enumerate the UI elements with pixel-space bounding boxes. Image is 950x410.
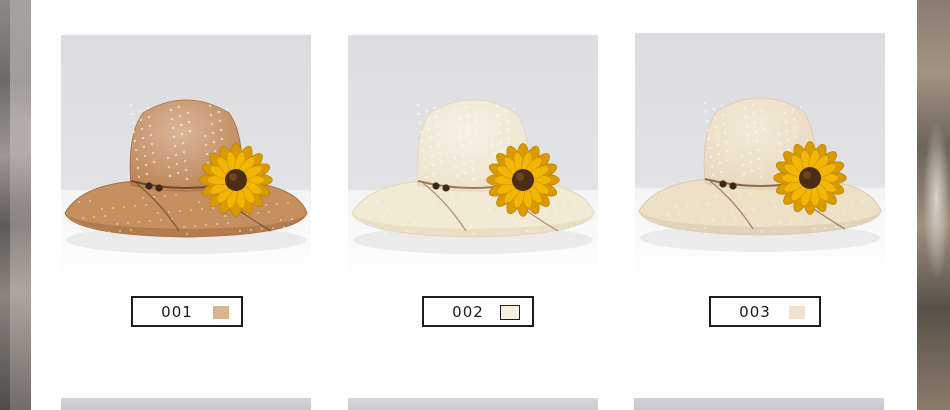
hat-photo-003[interactable] (635, 33, 885, 281)
color-swatch (213, 306, 229, 319)
background-photo-right-edge (917, 0, 950, 410)
hat-photo-001[interactable] (61, 35, 311, 283)
hat-photo-006-partial[interactable] (634, 398, 884, 410)
product-code: 003 (739, 303, 771, 321)
color-label-002[interactable]: 002 (422, 296, 534, 327)
color-swatch (500, 305, 520, 320)
color-swatch (789, 306, 805, 319)
hat-photo-002[interactable] (348, 35, 598, 283)
sunflower-straw-hat-icon (348, 35, 598, 283)
sunflower-straw-hat-icon (61, 35, 311, 283)
product-gallery: 001 002 003 (0, 0, 950, 410)
product-code: 001 (161, 303, 193, 321)
hat-photo-005-partial[interactable] (348, 398, 598, 410)
background-photo-left-edge (0, 0, 31, 410)
color-label-001[interactable]: 001 (131, 296, 243, 327)
product-code: 002 (452, 303, 484, 321)
hat-photo-004-partial[interactable] (61, 398, 311, 410)
sunflower-straw-hat-icon (635, 33, 885, 281)
color-label-003[interactable]: 003 (709, 296, 821, 327)
